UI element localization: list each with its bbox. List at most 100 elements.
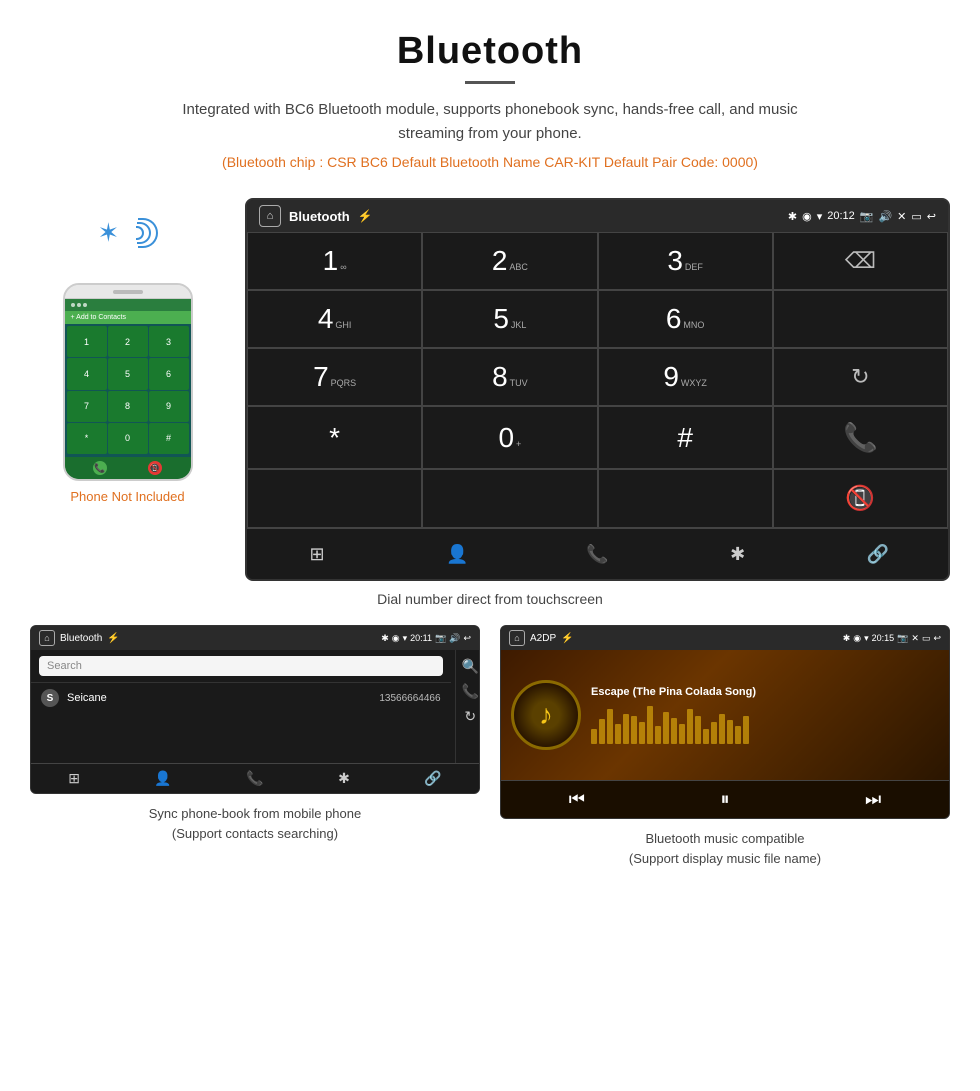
dial-key-4[interactable]: 4GHI [247, 290, 422, 348]
pb-content: Search S Seicane 13566664466 🔍 📞 ↻ [31, 650, 479, 763]
phone-contact-bar: + Add to Contacts [65, 311, 191, 324]
bluetooth-signal: ✶ [98, 208, 158, 258]
dial-key-8[interactable]: 8TUV [422, 348, 597, 406]
music-status-right: ✱ ◉ ▾ 20:15 📷 ✕ ▭ ↩ [843, 633, 941, 644]
dial-key-3[interactable]: 3DEF [598, 232, 773, 290]
pb-home-btn[interactable]: ⌂ [39, 630, 55, 646]
phone-screen-header [65, 299, 191, 311]
dial-key-end-call[interactable]: 📵 [773, 469, 948, 528]
dial-key-5[interactable]: 5JKL [422, 290, 597, 348]
phone-section: ✶ + Add to Contacts [30, 198, 225, 504]
pb-search-bar[interactable]: Search [39, 656, 443, 676]
dial-key-hash[interactable]: # [598, 406, 773, 469]
contact-number: 13566664466 [379, 693, 440, 704]
phone-not-included-label: Phone Not Included [70, 489, 184, 504]
visualizer-bar [655, 726, 661, 744]
phone-keypad: 1 2 3 4 5 6 7 8 9 * 0 # [65, 324, 191, 456]
pb-refresh-icon[interactable]: ↻ [462, 708, 479, 725]
phone-speaker [113, 290, 143, 294]
pb-nav-link[interactable]: 🔗 [424, 770, 441, 787]
music-caption: Bluetooth music compatible (Support disp… [629, 829, 821, 868]
visualizer-bar [743, 716, 749, 744]
phone-call-button[interactable]: 📞 [93, 461, 107, 475]
nav-bluetooth-icon[interactable]: ✱ [718, 539, 758, 569]
contact-letter: S [41, 689, 59, 707]
music-next-btn[interactable]: ⏭ [865, 789, 881, 810]
phone-status-dots [71, 303, 87, 307]
music-home-btn[interactable]: ⌂ [509, 630, 525, 646]
music-main-area: ♪ Escape (The Pina Colada Song) [501, 650, 949, 780]
phone-end-button[interactable]: 📵 [148, 461, 162, 475]
pb-call-icon[interactable]: 📞 [462, 683, 479, 700]
pb-nav-phone[interactable]: 📞 [246, 770, 263, 787]
dial-key-2[interactable]: 2ABC [422, 232, 597, 290]
dial-key-call[interactable]: 📞 [773, 406, 948, 469]
visualizer-bar [719, 714, 725, 744]
dial-key-9[interactable]: 9WXYZ [598, 348, 773, 406]
visualizer-bar [615, 724, 621, 744]
pb-nav-bt[interactable]: ✱ [338, 770, 350, 787]
page-header: Bluetooth Integrated with BC6 Bluetooth … [0, 0, 980, 198]
visualizer-bar [639, 722, 645, 744]
phone-key-0: 0 [108, 423, 148, 454]
dial-caption: Dial number direct from touchscreen [0, 591, 980, 607]
music-bt-icon: ✱ [843, 633, 851, 644]
dial-empty-1 [773, 290, 948, 348]
home-button[interactable]: ⌂ [259, 205, 281, 227]
phone-key-star: * [67, 423, 107, 454]
dial-key-backspace[interactable]: ⌫ [773, 232, 948, 290]
music-controls: ⏮ ⏸ ⏭ [501, 780, 949, 818]
dial-key-6[interactable]: 6MNO [598, 290, 773, 348]
music-screen: ⌂ A2DP ⚡ ✱ ◉ ▾ 20:15 📷 ✕ ▭ ↩ ♪ [500, 625, 950, 819]
dial-empty-3 [422, 469, 597, 528]
signal-wave-3 [138, 218, 158, 248]
visualizer-bar [647, 706, 653, 744]
pb-loc-icon: ◉ [392, 633, 400, 644]
pb-search-placeholder: Search [47, 660, 82, 672]
wifi-icon: ▾ [817, 210, 823, 223]
dial-key-7[interactable]: 7PQRS [247, 348, 422, 406]
visualizer-bar [623, 714, 629, 744]
phonebook-screen: ⌂ Bluetooth ⚡ ✱ ◉ ▾ 20:11 📷 🔊 ↩ [30, 625, 480, 794]
music-info: Escape (The Pina Colada Song) [591, 686, 939, 744]
screen-icon: ▭ [911, 210, 921, 223]
pb-usb-icon: ⚡ [107, 633, 119, 644]
camera-icon: 📷 [860, 210, 874, 223]
pb-nav-contacts[interactable]: 👤 [154, 770, 171, 787]
status-bar-right: ✱ ◉ ▾ 20:12 📷 🔊 ✕ ▭ ↩ [788, 210, 936, 223]
nav-phone-icon[interactable]: 📞 [577, 539, 617, 569]
nav-contacts-icon[interactable]: 👤 [437, 539, 477, 569]
contact-row-seicane[interactable]: S Seicane 13566664466 [31, 682, 451, 713]
music-prev-btn[interactable]: ⏮ [569, 789, 585, 810]
phone-screen: + Add to Contacts 1 2 3 4 5 6 7 8 9 * 0 … [65, 299, 191, 479]
pb-search-icon[interactable]: 🔍 [462, 658, 479, 675]
phone-bottom-bar: 📞 📵 [65, 456, 191, 479]
dial-key-refresh[interactable]: ↻ [773, 348, 948, 406]
visualizer-bar [663, 712, 669, 744]
music-panel: ⌂ A2DP ⚡ ✱ ◉ ▾ 20:15 📷 ✕ ▭ ↩ ♪ [500, 625, 950, 868]
music-song-title: Escape (The Pina Colada Song) [591, 686, 939, 698]
dial-keypad: 1∞ 2ABC 3DEF ⌫ 4GHI 5JKL 6MNO [247, 232, 948, 528]
music-play-pause-btn[interactable]: ⏸ [721, 789, 730, 810]
nav-link-icon[interactable]: 🔗 [858, 539, 898, 569]
pb-wifi-icon: ▾ [403, 633, 408, 644]
pb-bt-icon: ✱ [381, 633, 389, 644]
pb-nav-grid[interactable]: ⊞ [68, 770, 80, 787]
nav-dialpad-icon[interactable]: ⊞ [297, 539, 337, 569]
music-screen-icon: ▭ [922, 633, 931, 644]
music-usb-icon: ⚡ [561, 633, 573, 644]
visualizer-bar [687, 709, 693, 744]
music-status-left: ⌂ A2DP ⚡ [509, 630, 574, 646]
music-back-icon[interactable]: ↩ [933, 633, 941, 644]
dial-key-0[interactable]: 0+ [422, 406, 597, 469]
dial-key-1[interactable]: 1∞ [247, 232, 422, 290]
phonebook-caption: Sync phone-book from mobile phone (Suppo… [149, 804, 361, 843]
back-icon[interactable]: ↩ [927, 210, 936, 223]
visualizer-bar [631, 716, 637, 744]
dial-key-star[interactable]: * [247, 406, 422, 469]
usb-icon: ⚡ [358, 209, 373, 223]
page-description: Integrated with BC6 Bluetooth module, su… [180, 98, 800, 146]
visualizer-bar [599, 719, 605, 744]
pb-back-icon[interactable]: ↩ [463, 633, 471, 644]
pb-bottom-nav: ⊞ 👤 📞 ✱ 🔗 [31, 763, 479, 793]
